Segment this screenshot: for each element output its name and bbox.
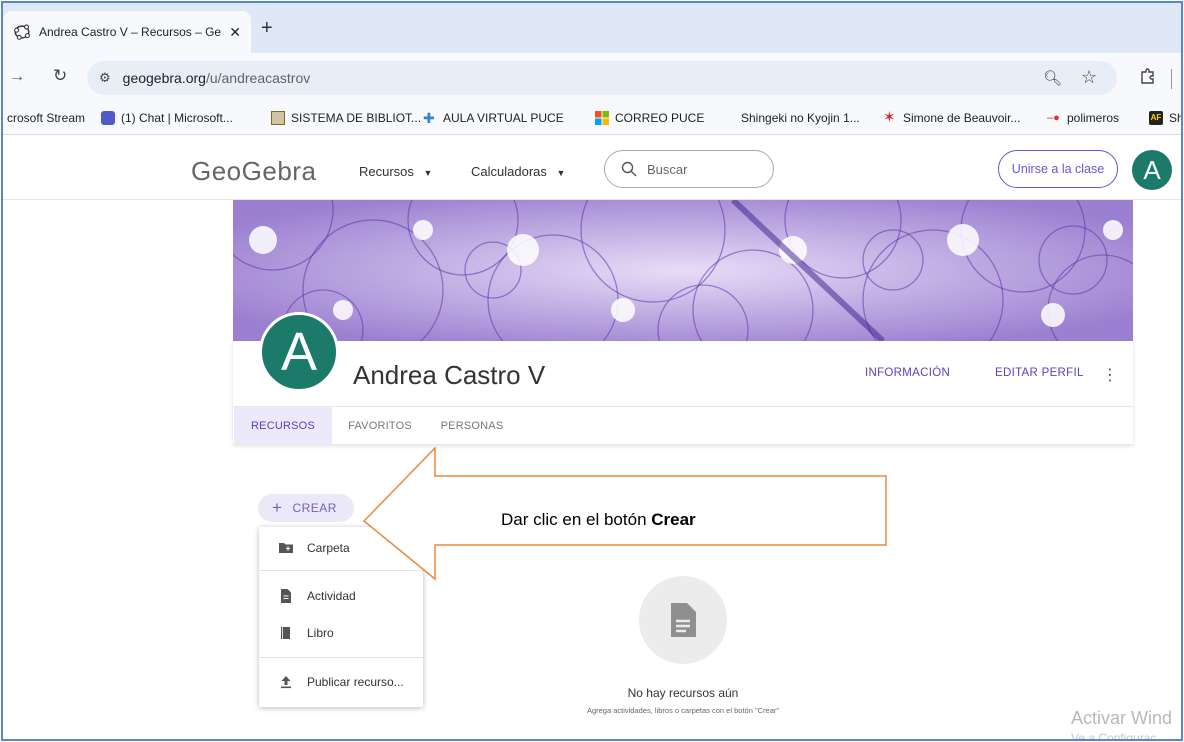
aula-icon: ✚ xyxy=(423,110,435,126)
browser-toolbar: → ↻ ⚙ geogebra.org /u/andreacastrov 🔍︎ ☆ xyxy=(3,53,1181,103)
bookmark-label: polimeros xyxy=(1067,111,1120,125)
nav-calculators-label: Calculadoras xyxy=(471,164,547,179)
star-red-icon: ✶ xyxy=(883,109,896,126)
document-icon xyxy=(671,603,696,637)
bookmark-item[interactable]: ✚ AULA VIRTUAL PUCE xyxy=(423,111,564,125)
extensions-icon[interactable] xyxy=(1139,67,1157,85)
tab-title: Andrea Castro V – Recursos – Ge xyxy=(39,25,222,39)
document-icon xyxy=(281,589,291,603)
bookmark-label: Sh xyxy=(1169,111,1183,125)
empty-state-illustration xyxy=(639,576,727,664)
bookmark-label: Simone de Beauvoir... xyxy=(903,111,1021,125)
microsoft-icon xyxy=(595,111,609,125)
menu-item-label: Libro xyxy=(307,626,334,640)
activation-watermark: Activar Wind xyxy=(1071,708,1173,728)
bookmark-label: (1) Chat | Microsoft... xyxy=(121,111,233,125)
menu-item-book[interactable]: Libro xyxy=(259,618,423,648)
activation-watermark-sub: Ve a Configurac xyxy=(1071,731,1157,741)
search-placeholder: Buscar xyxy=(647,161,688,177)
bookmark-item[interactable]: (1) Chat | Microsoft... xyxy=(101,111,233,125)
nav-resources-label: Recursos xyxy=(359,164,414,179)
new-tab-button[interactable]: + xyxy=(261,17,273,40)
nav-resources[interactable]: Recursos ▼ xyxy=(359,164,432,179)
screenshot-frame: Andrea Castro V – Recursos – Ge ✕ + → ↻ … xyxy=(1,1,1183,741)
bookmark-item[interactable]: ✶ Simone de Beauvoir... xyxy=(883,109,1021,126)
menu-item-activity[interactable]: Actividad xyxy=(259,581,423,611)
site-header: GeoGebra Recursos ▼ Calculadoras ▼ Busca… xyxy=(3,136,1181,200)
chevron-down-icon: ▼ xyxy=(423,168,433,178)
bookmark-label: CORREO PUCE xyxy=(615,111,705,125)
tab-resources[interactable]: RECURSOS xyxy=(234,407,332,444)
tab-close-icon[interactable]: ✕ xyxy=(229,24,241,41)
geogebra-logo[interactable]: GeoGebra xyxy=(191,156,316,187)
tab-people[interactable]: PERSONAS xyxy=(427,407,517,444)
menu-item-label: Publicar recurso... xyxy=(307,675,404,689)
toolbar-separator xyxy=(1171,69,1172,89)
reload-icon[interactable]: ↻ xyxy=(53,66,67,86)
create-button-label: CREAR xyxy=(292,501,337,515)
more-options-icon[interactable]: ⋮ xyxy=(1102,365,1118,385)
teams-icon xyxy=(101,111,115,125)
search-icon xyxy=(621,161,637,177)
upload-icon xyxy=(281,676,291,689)
profile-name: Andrea Castro V xyxy=(353,360,546,390)
url-host: geogebra.org xyxy=(122,70,206,86)
browser-tab[interactable]: Andrea Castro V – Recursos – Ge ✕ xyxy=(3,11,251,53)
book-icon xyxy=(281,627,290,639)
site-info-icon[interactable]: ⚙ xyxy=(99,70,111,86)
user-avatar[interactable]: A xyxy=(1132,150,1172,190)
join-class-button[interactable]: Unirse a la clase xyxy=(998,150,1118,188)
menu-item-label: Actividad xyxy=(307,589,356,603)
bookmark-label: crosoft Stream xyxy=(7,111,86,125)
profile-banner xyxy=(233,200,1133,341)
tab-favorites[interactable]: FAVORITOS xyxy=(339,407,421,444)
chevron-down-icon: ▼ xyxy=(556,168,566,178)
bookmark-item[interactable]: SISTEMA DE BIBLIOT... xyxy=(271,111,421,125)
bookmark-item[interactable]: –● polimeros xyxy=(1047,111,1119,125)
library-icon xyxy=(271,111,285,125)
af-icon: AF xyxy=(1149,111,1163,125)
search-input[interactable]: Buscar xyxy=(604,150,774,188)
plus-icon: + xyxy=(272,498,283,517)
geogebra-favicon-icon xyxy=(14,24,30,40)
menu-separator xyxy=(259,657,423,658)
bookmark-item[interactable]: Shingeki no Kyojin 1... xyxy=(741,111,860,125)
create-button[interactable]: + CREAR xyxy=(258,494,354,522)
annotation-text-bold: Crear xyxy=(651,510,696,529)
folder-add-icon xyxy=(279,543,293,553)
nav-calculators[interactable]: Calculadoras ▼ xyxy=(471,164,565,179)
url-path: /u/andreacastrov xyxy=(205,70,311,86)
bookmark-item[interactable]: CORREO PUCE xyxy=(595,111,704,125)
info-button[interactable]: INFORMACIÓN xyxy=(865,367,950,379)
bookmarks-bar: crosoft Stream (1) Chat | Microsoft... S… xyxy=(3,103,1181,135)
bookmark-label: AULA VIRTUAL PUCE xyxy=(443,111,564,125)
bookmark-item[interactable]: crosoft Stream xyxy=(7,111,85,125)
browser-tabstrip: Andrea Castro V – Recursos – Ge ✕ + xyxy=(3,3,1181,53)
empty-state-title: No hay recursos aún xyxy=(627,686,739,700)
forward-icon[interactable]: → xyxy=(9,68,25,86)
profile-avatar: A xyxy=(259,312,339,392)
bookmark-label: Shingeki no Kyojin 1... xyxy=(741,111,860,125)
annotation-text: Dar clic en el botón Crear xyxy=(501,510,696,530)
address-bar[interactable]: ⚙ geogebra.org /u/andreacastrov xyxy=(87,61,1117,95)
bookmark-label: SISTEMA DE BIBLIOT... xyxy=(291,111,422,125)
molecule-icon: –● xyxy=(1047,112,1060,124)
empty-state-subtitle: Agrega actividades, libros o carpetas co… xyxy=(586,706,780,715)
annotation-text-prefix: Dar clic en el botón xyxy=(501,510,652,529)
bookmark-item[interactable]: AF Sh xyxy=(1149,111,1183,125)
bookmark-star-icon[interactable]: ☆ xyxy=(1081,67,1097,88)
menu-item-label: Carpeta xyxy=(307,541,350,555)
edit-profile-button[interactable]: EDITAR PERFIL xyxy=(995,367,1084,379)
menu-item-publish[interactable]: Publicar recurso... xyxy=(259,667,423,697)
zoom-icon[interactable]: 🔍︎ xyxy=(1043,69,1062,87)
